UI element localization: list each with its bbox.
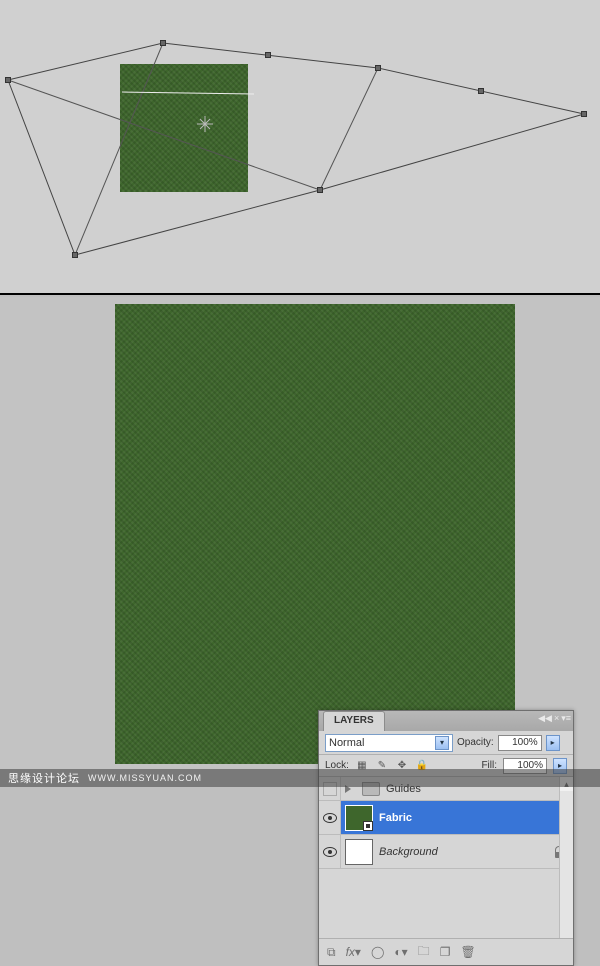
fabric-large-preview	[115, 304, 515, 764]
transform-canvas	[0, 0, 600, 295]
visibility-eye-icon[interactable]	[323, 813, 337, 823]
new-group-icon[interactable]: 🗀	[418, 942, 430, 963]
opacity-label: Opacity:	[457, 737, 494, 748]
watermark-site: 思缘设计论坛	[8, 770, 80, 786]
layers-footer: ⧉ fx▾ ◯ ◐▾ 🗀 ❐ 🗑	[319, 939, 573, 965]
panel-tabbar: LAYERS ◀◀ × ▾≡	[319, 711, 573, 731]
new-layer-icon[interactable]: ❐	[440, 945, 451, 959]
watermark-bar: 思缘设计论坛 WWW.MISSYUAN.COM	[0, 769, 600, 787]
layer-thumbnail[interactable]	[345, 839, 373, 865]
layer-label[interactable]: Fabric	[377, 812, 573, 824]
transform-handle[interactable]	[317, 187, 323, 193]
transform-handle[interactable]	[265, 52, 271, 58]
layer-list: Guides Fabric Background ▴	[319, 777, 573, 939]
panel-menu-icon[interactable]: ▾≡	[561, 713, 571, 724]
result-canvas: LAYERS ◀◀ × ▾≡ Normal ▾ Opacity: 100% ▸ …	[0, 297, 600, 787]
visibility-eye-icon[interactable]	[323, 847, 337, 857]
smart-object-icon	[363, 821, 373, 831]
transform-wireframe	[0, 0, 600, 295]
tab-layers[interactable]: LAYERS	[323, 711, 385, 731]
blend-mode-value: Normal	[329, 737, 364, 749]
opacity-flyout-icon[interactable]: ▸	[546, 735, 560, 751]
layer-label[interactable]: Background	[377, 846, 553, 858]
delete-layer-icon[interactable]: 🗑	[460, 945, 475, 959]
panel-close-icon[interactable]: ×	[554, 713, 559, 724]
opacity-input[interactable]: 100%	[498, 735, 542, 751]
transform-handle[interactable]	[5, 77, 11, 83]
layer-mask-icon[interactable]: ◯	[371, 945, 384, 959]
chevron-down-icon: ▾	[435, 736, 449, 750]
transform-handle[interactable]	[581, 111, 587, 117]
panel-collapse-icon[interactable]: ◀◀	[538, 713, 552, 724]
blend-opacity-row: Normal ▾ Opacity: 100% ▸	[319, 731, 573, 755]
layer-row-background[interactable]: Background	[319, 835, 573, 869]
watermark-url: WWW.MISSYUAN.COM	[88, 773, 202, 783]
link-layers-icon[interactable]: ⧉	[327, 945, 336, 960]
layer-row-fabric[interactable]: Fabric	[319, 801, 573, 835]
adjustment-layer-icon[interactable]: ◐▾	[394, 945, 407, 959]
layer-fx-icon[interactable]: fx▾	[346, 945, 361, 959]
layer-thumbnail[interactable]	[345, 805, 373, 831]
transform-handle[interactable]	[72, 252, 78, 258]
blend-mode-select[interactable]: Normal ▾	[325, 734, 453, 752]
layer-scrollbar[interactable]: ▴	[559, 777, 573, 938]
transform-handle[interactable]	[478, 88, 484, 94]
transform-handle[interactable]	[375, 65, 381, 71]
layers-panel: LAYERS ◀◀ × ▾≡ Normal ▾ Opacity: 100% ▸ …	[318, 710, 574, 966]
transform-handle[interactable]	[160, 40, 166, 46]
